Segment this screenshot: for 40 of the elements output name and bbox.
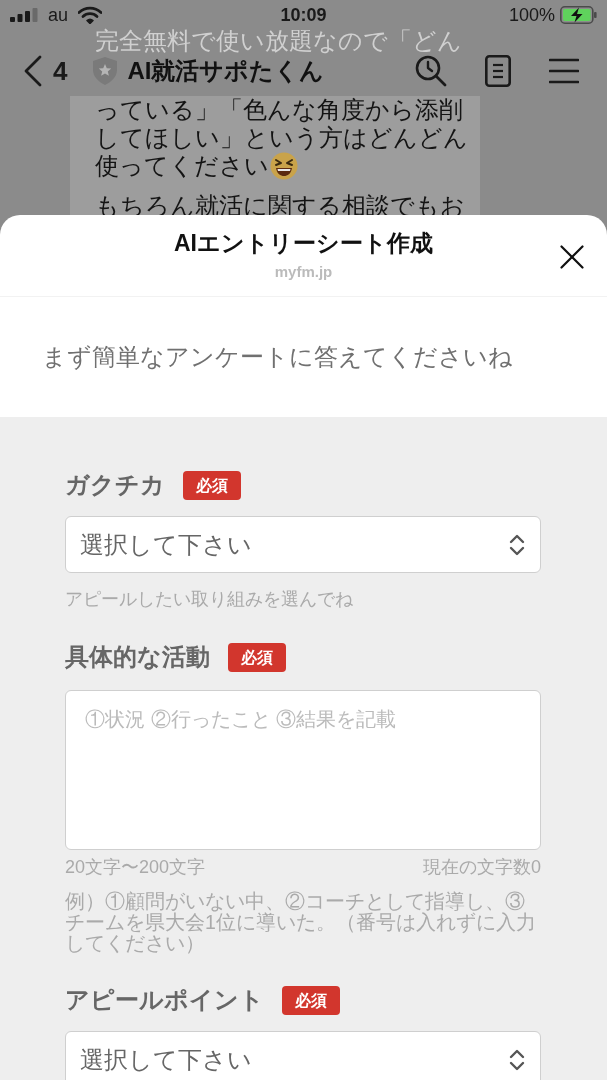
message-line: っている」「色んな角度から添削	[95, 96, 463, 124]
field-label: アピールポイント	[65, 985, 264, 1015]
select-field[interactable]: 選択して下さい	[65, 1031, 541, 1080]
close-icon	[560, 245, 584, 269]
message-line: してほしい」という方はどんどん	[95, 124, 468, 152]
search-history-button[interactable]	[415, 55, 447, 87]
chat-title: AI就活サポたくん	[127, 56, 325, 86]
document-icon	[485, 55, 511, 87]
select-field[interactable]: 選択して下さい	[65, 516, 541, 573]
wifi-icon	[78, 6, 103, 24]
close-button[interactable]	[560, 245, 584, 269]
up-down-chevron-icon	[509, 533, 525, 556]
charging-battery-icon	[560, 6, 597, 24]
menu-button[interactable]	[549, 58, 579, 84]
length-limit-text: 20文字〜200文字	[65, 856, 206, 879]
field-label: 具体的な活動	[65, 642, 210, 672]
field-label: ガクチカ	[65, 470, 165, 500]
character-count: 現在の文字数0	[423, 856, 541, 879]
required-tag: 必須	[282, 985, 340, 1015]
required-tag: 必須	[183, 470, 241, 500]
example-text: 例）①顧問がいない中、②コーチとして指導し、③チームを県大会1位に導いた。（番号は入れずに入力してください）	[65, 891, 537, 954]
shield-star-icon	[93, 57, 118, 85]
carrier-name: au	[48, 4, 69, 26]
back-button[interactable]: 4	[24, 55, 68, 87]
text-area-field[interactable]: ①状況 ②行ったこと ③結果を記載	[65, 690, 541, 850]
up-down-chevron-icon	[509, 1048, 525, 1071]
site-domain: myfm.jp	[274, 262, 333, 282]
chevron-left-icon	[24, 55, 42, 87]
intro-text: まず簡単なアンケートに答えてくださいね	[42, 342, 513, 372]
status-time: 10:09	[280, 4, 327, 26]
menu-icon	[549, 58, 579, 84]
message-line: 完全無料で使い放題なので「どん	[95, 29, 462, 53]
battery-percent: 100%	[508, 4, 555, 26]
message-line: 使ってください	[95, 152, 269, 180]
hint-text: アピールしたい取り組みを選んでね	[65, 588, 354, 611]
notes-button[interactable]	[485, 55, 511, 87]
required-tag: 必須	[228, 642, 286, 672]
sheet-title: AIエントリーシート作成	[174, 229, 433, 257]
search-clock-icon	[415, 55, 447, 87]
signal-icon	[10, 8, 38, 22]
